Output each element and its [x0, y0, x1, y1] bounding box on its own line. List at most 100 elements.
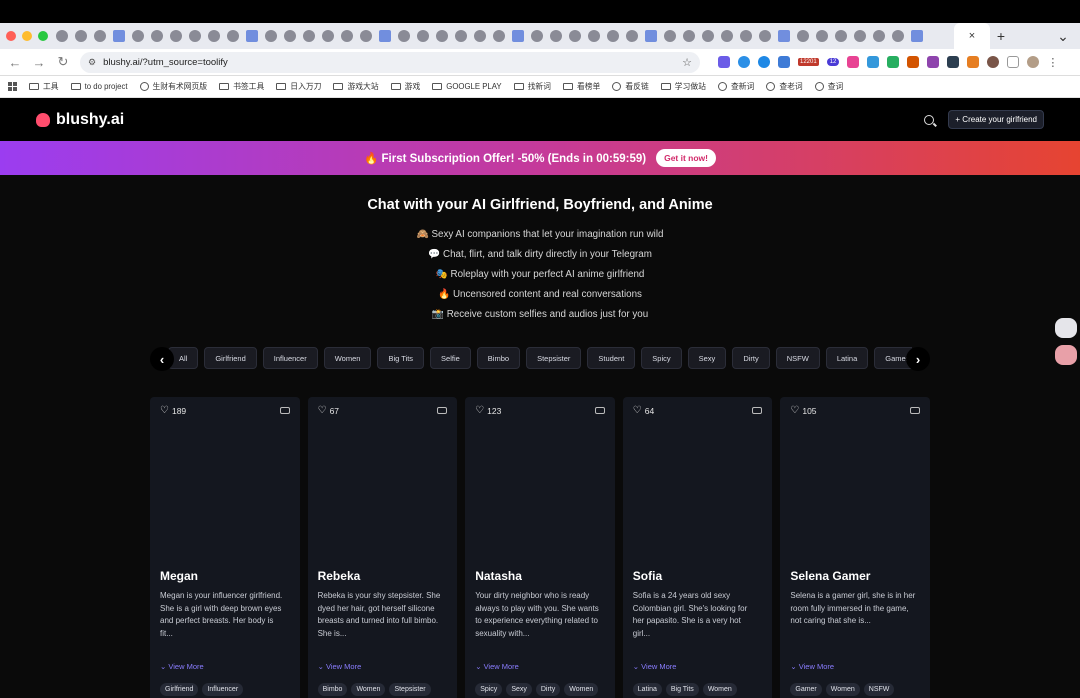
dark-extension-icon[interactable] — [947, 56, 960, 68]
tab-favicon-icon[interactable] — [151, 30, 163, 42]
tab-favicon-icon[interactable] — [284, 30, 296, 42]
tab-favicon-icon[interactable] — [189, 30, 201, 42]
tab-favicon-icon[interactable] — [417, 30, 429, 42]
close-window-button[interactable] — [6, 31, 16, 41]
view-more-link[interactable]: ⌄ View More — [318, 662, 362, 671]
tab-favicon-icon[interactable] — [645, 30, 657, 42]
tab-favicon-icon[interactable] — [94, 30, 106, 42]
bookmark-item[interactable]: 看榜单 — [562, 81, 600, 92]
tab-favicon-icon[interactable] — [816, 30, 828, 42]
like-button[interactable]: ♡ 105 — [790, 405, 816, 416]
character-card[interactable]: ♡ 105 Selena Gamer Selena is a gamer girl, … — [780, 397, 930, 698]
bookmark-item[interactable]: to do project — [70, 82, 128, 91]
tag-chip[interactable]: NSFW — [863, 683, 895, 696]
minimize-window-button[interactable] — [22, 31, 32, 41]
new-tab-button[interactable]: + — [990, 28, 1012, 44]
tab-favicon-icon[interactable] — [854, 30, 866, 42]
tag-chip[interactable]: Women — [351, 683, 386, 696]
pink-extension-icon[interactable] — [847, 56, 860, 68]
bookmark-item[interactable]: 书签工具 — [219, 81, 264, 92]
tab-favicon-icon[interactable] — [740, 30, 752, 42]
tag-chip[interactable]: Women — [702, 683, 737, 696]
bookmark-item[interactable]: 日入万刀 — [276, 81, 321, 92]
orange-extension-icon[interactable] — [907, 56, 920, 68]
character-card[interactable]: ♡ 123 Natasha Your dirty neighbor who is re… — [465, 397, 615, 698]
tab-favicon-icon[interactable] — [626, 30, 638, 42]
reload-icon[interactable]: ↻ — [56, 54, 70, 70]
tag-chip[interactable]: Gamer — [790, 683, 822, 696]
create-girlfriend-button[interactable]: + Create your girlfriend — [948, 110, 1044, 129]
tab-favicon-icon[interactable] — [702, 30, 714, 42]
tab-search-button[interactable]: ⌄ — [1052, 28, 1074, 45]
cookie-extension-icon[interactable] — [987, 56, 1000, 68]
bookmark-item[interactable]: GOOGLE PLAY — [432, 82, 502, 91]
tab-favicon-icon[interactable] — [911, 30, 923, 42]
close-icon[interactable]: × — [969, 30, 975, 42]
bookmark-item[interactable]: 生财有术网页版 — [139, 81, 207, 92]
url-field[interactable]: ⚙ blushy.ai/?utm_source=toolify ☆ — [80, 51, 700, 73]
like-button[interactable]: ♡ 123 — [475, 405, 501, 416]
more-menu-icon[interactable]: ⋮ — [1047, 56, 1058, 69]
tab-favicon-icon[interactable] — [455, 30, 467, 42]
tab-favicon-icon[interactable] — [721, 30, 733, 42]
category-chip[interactable]: Spicy — [641, 347, 682, 369]
tab-favicon-icon[interactable] — [379, 30, 391, 42]
puzzle-extension-icon[interactable] — [778, 56, 790, 68]
tab-favicon-icon[interactable] — [531, 30, 543, 42]
flame-extension-icon[interactable] — [967, 56, 980, 68]
tag-chip[interactable]: Big Tits — [665, 683, 699, 696]
bookmark-item[interactable]: 看反链 — [612, 81, 649, 92]
tag-chip[interactable]: Spicy — [475, 683, 503, 696]
category-chip[interactable]: Influencer — [262, 347, 318, 369]
tag-chip[interactable]: Girlfriend — [160, 683, 199, 696]
tab-favicon-icon[interactable] — [835, 30, 847, 42]
tab-favicon-icon[interactable] — [113, 30, 125, 42]
site-logo[interactable]: blushy.ai — [36, 111, 124, 129]
category-chip[interactable]: Latina — [825, 347, 869, 369]
get-it-now-button[interactable]: Get it now! — [656, 149, 716, 167]
tab-favicon-icon[interactable] — [265, 30, 277, 42]
extensions-menu-icon[interactable] — [1007, 56, 1020, 68]
like-button[interactable]: ♡ 67 — [318, 405, 339, 416]
tab-favicon-icon[interactable] — [873, 30, 885, 42]
category-chip[interactable]: Selfie — [430, 347, 471, 369]
chevron-left-icon[interactable]: ‹ — [150, 347, 174, 371]
green-extension-icon[interactable] — [887, 56, 900, 68]
extension-icon[interactable] — [718, 56, 730, 68]
view-more-link[interactable]: ⌄ View More — [790, 662, 834, 671]
camera-icon[interactable] — [909, 407, 920, 414]
tab-favicon-icon[interactable] — [550, 30, 562, 42]
search-icon[interactable] — [924, 114, 935, 125]
tab-favicon-icon[interactable] — [75, 30, 87, 42]
active-tab[interactable]: × — [954, 23, 990, 49]
character-card[interactable]: ♡ 189 Megan Megan is your influencer girlfr… — [150, 397, 300, 698]
category-chip[interactable]: Girlfriend — [204, 347, 257, 369]
category-chip[interactable]: Women — [323, 347, 372, 369]
counter-extension-icon[interactable]: 12 — [826, 58, 840, 66]
category-chip[interactable]: Sexy — [687, 347, 727, 369]
camera-icon[interactable] — [279, 407, 290, 414]
forward-arrow-icon[interactable]: → — [32, 55, 46, 70]
tab-favicon-icon[interactable] — [759, 30, 771, 42]
maximize-window-button[interactable] — [38, 31, 48, 41]
tab-favicon-icon[interactable] — [341, 30, 353, 42]
bookmark-star-icon[interactable]: ☆ — [682, 56, 692, 69]
tab-favicon-icon[interactable] — [797, 30, 809, 42]
camera-icon[interactable] — [437, 407, 448, 414]
side-tool-icon[interactable] — [1055, 345, 1077, 365]
tab-favicon-icon[interactable] — [208, 30, 220, 42]
blue-extension-icon[interactable] — [867, 56, 880, 68]
bookmark-item[interactable]: 查词 — [814, 81, 843, 92]
category-chip[interactable]: Dirty — [732, 347, 770, 369]
bookmark-item[interactable]: 工具 — [29, 81, 59, 92]
tab-favicon-icon[interactable] — [683, 30, 695, 42]
like-button[interactable]: ♡ 64 — [633, 405, 654, 416]
view-more-link[interactable]: ⌄ View More — [160, 662, 204, 671]
category-chip[interactable]: Student — [587, 347, 636, 369]
tab-favicon-icon[interactable] — [303, 30, 315, 42]
tab-favicon-icon[interactable] — [474, 30, 486, 42]
tab-favicon-icon[interactable] — [56, 30, 68, 42]
category-chip[interactable]: Bimbo — [476, 347, 521, 369]
bookmark-item[interactable]: 学习做站 — [660, 81, 706, 92]
tab-favicon-icon[interactable] — [892, 30, 904, 42]
